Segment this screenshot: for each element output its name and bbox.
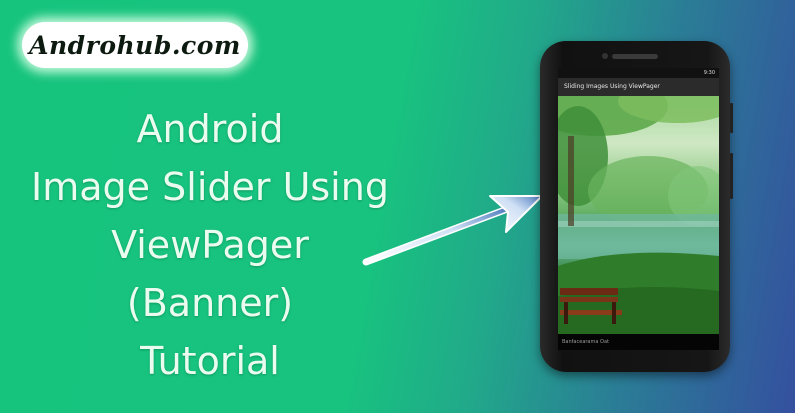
speaker-grille [612,54,658,59]
status-time: 9:30 [703,70,715,76]
power-button [730,103,733,133]
nav-bar: Banfacearama Oat [558,334,719,350]
app-bar: Sliding Images Using ViewPager [558,78,719,96]
headline-line-4: (Banner) [126,281,294,325]
banner: Androhub.com Android Image Slider Using … [0,0,795,413]
status-bar: 9:30 [558,68,719,78]
volume-button [730,153,733,199]
app-title: Sliding Images Using ViewPager [564,83,660,90]
headline-line-5: Tutorial [140,339,280,383]
headline-line-3: ViewPager [111,223,309,267]
arrow-icon [362,195,543,266]
slider-image[interactable] [558,96,719,334]
nav-text: Banfacearama Oat [562,339,609,345]
site-logo[interactable]: Androhub.com [22,22,248,68]
phone-screen: 9:30 Sliding Images Using ViewPager Banf… [558,68,719,350]
headline-line-1: Android [136,107,284,151]
landscape-illustration [558,96,719,334]
phone-mockup: 9:30 Sliding Images Using ViewPager Banf… [540,41,733,372]
headline: Android Image Slider Using ViewPager (Ba… [0,100,420,390]
camera-icon [602,53,608,59]
headline-line-2: Image Slider Using [31,165,389,209]
site-logo-text: Androhub.com [29,30,241,60]
